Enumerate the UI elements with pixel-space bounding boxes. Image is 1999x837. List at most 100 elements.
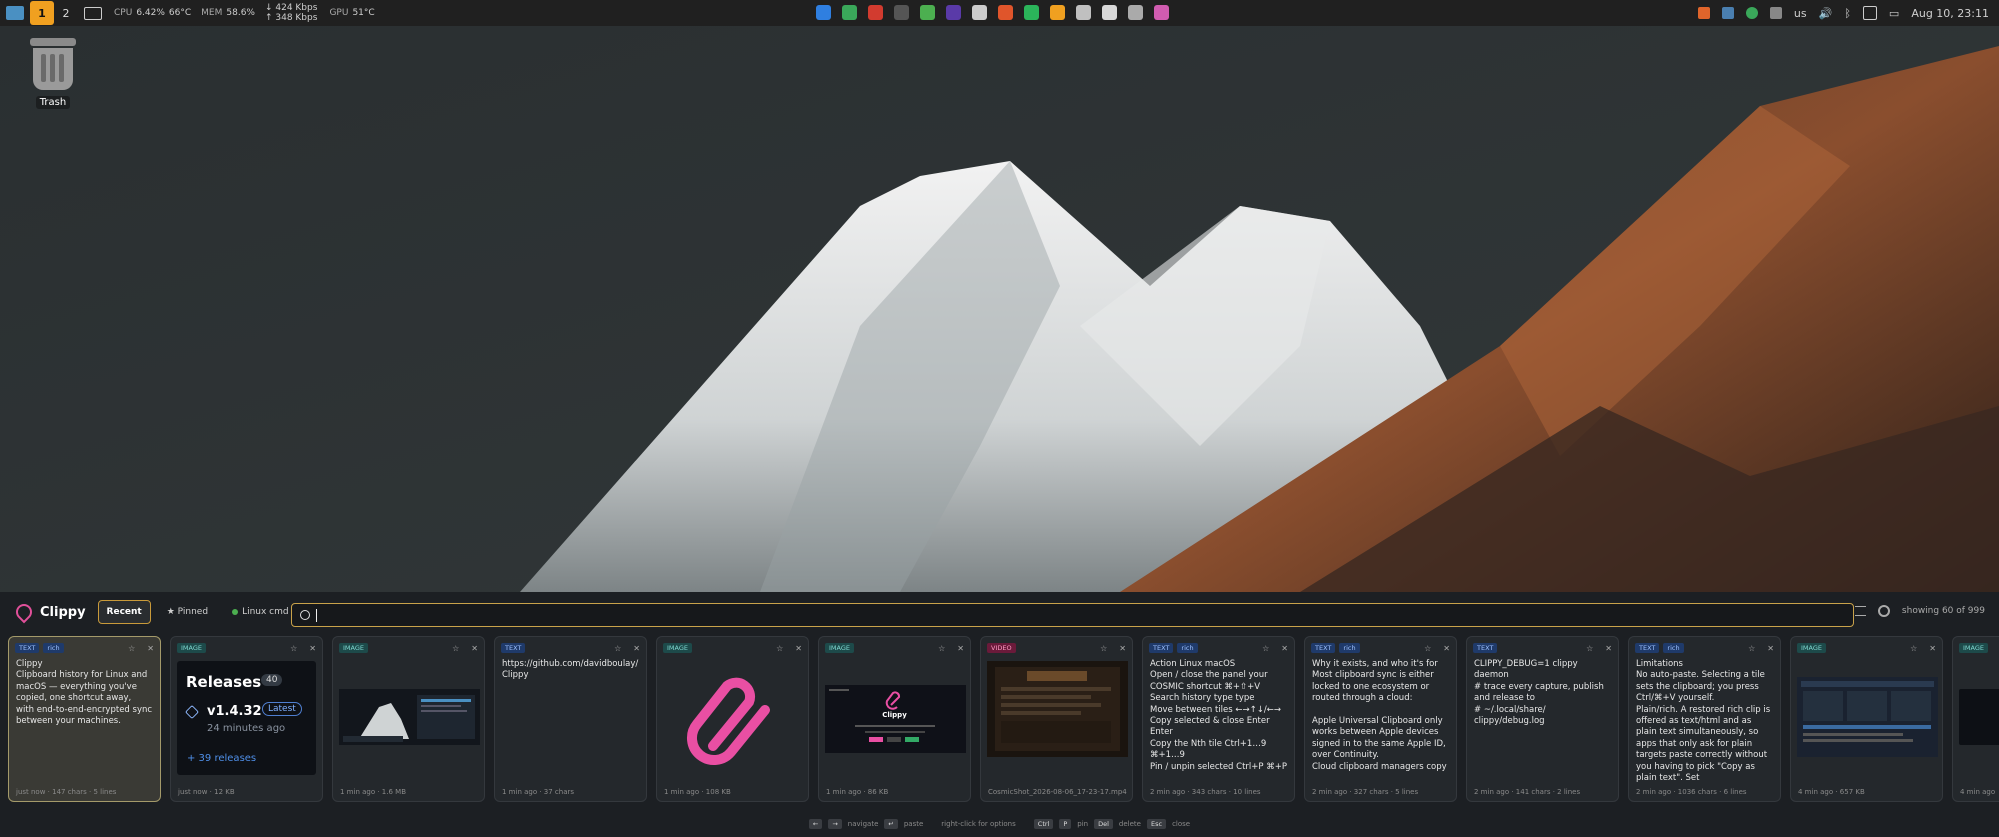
keyboard-layout[interactable]: us [1794, 7, 1807, 20]
net-up: ↑ 348 Kbps [264, 13, 318, 23]
app-launcher-icon[interactable] [816, 5, 831, 20]
clip-tile[interactable]: IMAGE ☆ ✕ 4 min ago · 657 KB [1790, 636, 1943, 802]
top-panel: 1 2 CPU 6.42% 66°C MEM 58.6% ↓ 424 Kbps … [0, 0, 1999, 26]
close-icon[interactable]: ✕ [957, 644, 964, 653]
star-icon[interactable]: ☆ [290, 644, 297, 653]
trash-desktop-icon[interactable]: Trash [26, 38, 80, 109]
star-icon[interactable]: ☆ [938, 644, 945, 653]
website-preview: Clippy [825, 685, 966, 753]
close-icon[interactable]: ✕ [1443, 644, 1450, 653]
star-icon[interactable]: ☆ [1586, 644, 1593, 653]
app-launcher-icon[interactable] [972, 5, 987, 20]
text-badge: TEXT [15, 643, 40, 653]
app-launcher-icon[interactable] [842, 5, 857, 20]
clip-tile[interactable]: VIDEO ☆ ✕ CosmicShot_2026-08-06_17-23-17.… [980, 636, 1133, 802]
status-area: us 🔊 ᛒ ▭ Aug 10, 23:11 [1697, 0, 1989, 26]
star-icon[interactable]: ☆ [776, 644, 783, 653]
tab-linux-cmd-label: Linux cmd [242, 607, 289, 617]
search-icon [300, 610, 310, 620]
app-launcher-icon[interactable] [1050, 5, 1065, 20]
image-badge: IMAGE [177, 643, 207, 653]
clip-tile[interactable]: TEXT rich ☆ ✕ Limitations No auto-paste. S… [1628, 636, 1781, 802]
close-icon[interactable]: ✕ [1605, 644, 1612, 653]
clip-tile[interactable]: TEXT rich ☆ ✕ Action Linux macOS Open / cl… [1142, 636, 1295, 802]
close-hint: close [1172, 819, 1191, 828]
search-box[interactable] [291, 603, 1854, 627]
rich-badge: rich [1663, 643, 1684, 653]
datetime[interactable]: Aug 10, 23:11 [1911, 7, 1989, 20]
app-launcher-icon[interactable] [1076, 5, 1091, 20]
image-badge: IMAGE [1797, 643, 1827, 653]
star-icon[interactable]: ☆ [128, 644, 135, 653]
app-launcher-icon[interactable] [946, 5, 961, 20]
tag-icon [184, 704, 200, 720]
app-launcher-icon[interactable] [1128, 5, 1143, 20]
launcher-icon[interactable] [6, 6, 24, 20]
close-icon[interactable]: ✕ [1281, 644, 1288, 653]
release-version: v1.4.32 [207, 704, 262, 719]
app-launcher-icon[interactable] [894, 5, 909, 20]
star-icon[interactable]: ☆ [1262, 644, 1269, 653]
close-icon[interactable]: ✕ [471, 644, 478, 653]
close-icon[interactable]: ✕ [1119, 644, 1126, 653]
notifications-icon[interactable] [1862, 6, 1877, 20]
search-input[interactable] [325, 607, 1853, 623]
clip-tile[interactable]: IMAGE ☆ ✕ Clippy 1 min ago · 86 KB [818, 636, 971, 802]
volume-icon[interactable]: 🔊 [1819, 7, 1833, 20]
clip-tile[interactable]: IMAGE ☆ ✕ 1 min ago · 1.6 MB [332, 636, 485, 802]
tab-recent[interactable]: Recent [97, 600, 151, 624]
image-badge: IMAGE [663, 643, 693, 653]
app-launcher-icon[interactable] [1102, 5, 1117, 20]
clip-tile[interactable]: TEXT ☆ ✕ CLIPPY_DEBUG=1 clippy daemon # t… [1466, 636, 1619, 802]
text-badge: TEXT [1635, 643, 1660, 653]
clip-tile[interactable]: IMAGE 4 min ago [1952, 636, 1999, 802]
close-icon[interactable]: ✕ [1929, 644, 1936, 653]
header-controls: showing 60 of 999 [1854, 605, 1985, 617]
app-indicator-icon[interactable] [1721, 7, 1734, 19]
close-icon[interactable]: ✕ [1767, 644, 1774, 653]
workspace-2-button[interactable]: 2 [54, 0, 78, 26]
clip-tile[interactable]: TEXT ☆ ✕ https://github.com/davidboulay/ … [494, 636, 647, 802]
close-icon[interactable]: ✕ [147, 644, 154, 653]
latest-badge: Latest [262, 702, 302, 716]
text-caret [316, 608, 317, 622]
star-icon[interactable]: ☆ [1424, 644, 1431, 653]
list-view-icon[interactable] [1854, 606, 1866, 616]
app-indicator-icon[interactable] [1697, 7, 1710, 19]
close-icon[interactable]: ✕ [795, 644, 802, 653]
cpu-value: 6.42% [136, 8, 165, 18]
close-icon[interactable]: ✕ [633, 644, 640, 653]
star-icon[interactable]: ☆ [614, 644, 621, 653]
app-launcher-icon[interactable] [920, 5, 935, 20]
tab-linux-cmd[interactable]: Linux cmd [224, 601, 297, 623]
app-launcher-icon[interactable] [1154, 5, 1169, 20]
tab-pinned[interactable]: ★ Pinned [159, 601, 216, 623]
gear-icon[interactable] [1877, 605, 1890, 617]
clip-tile[interactable]: IMAGE ☆ ✕ 1 min ago · 108 KB [656, 636, 809, 802]
app-launcher-icon[interactable] [998, 5, 1013, 20]
app-launcher-icon[interactable] [868, 5, 883, 20]
clip-tile[interactable]: IMAGE ☆ ✕ Releases 40 v1.4.32 Latest 24 m… [170, 636, 323, 802]
mem-stat: MEM 58.6% [201, 8, 255, 18]
clip-meta: 2 min ago · 327 chars · 5 lines [1312, 788, 1419, 796]
workspace-1-button[interactable]: 1 [30, 1, 54, 25]
star-icon[interactable]: ☆ [1100, 644, 1107, 653]
screenshot-preview [339, 689, 480, 745]
clip-text: https://github.com/davidboulay/ Clippy [502, 659, 639, 681]
star-icon[interactable]: ☆ [1748, 644, 1755, 653]
sync-indicator-icon[interactable] [1745, 7, 1758, 19]
app-launcher-icon[interactable] [1024, 5, 1039, 20]
screenshot-preview [1959, 689, 1999, 745]
workspaces-overview-icon[interactable] [84, 6, 102, 20]
clip-tile[interactable]: TEXT rich ☆ ✕ Why it exists, and who it's … [1304, 636, 1457, 802]
star-icon[interactable]: ☆ [452, 644, 459, 653]
clip-text: Action Linux macOS Open / close the pane… [1150, 659, 1287, 772]
paperclip-icon [12, 600, 36, 624]
battery-icon[interactable]: ▭ [1889, 7, 1899, 20]
clipboard-indicator-icon[interactable] [1769, 7, 1782, 19]
close-icon[interactable]: ✕ [309, 644, 316, 653]
star-icon[interactable]: ☆ [1910, 644, 1917, 653]
green-dot-icon [232, 609, 239, 615]
bluetooth-icon[interactable]: ᛒ [1844, 7, 1851, 20]
clip-tile[interactable]: TEXT rich ☆ ✕ Clippy Clipboard history for… [8, 636, 161, 802]
